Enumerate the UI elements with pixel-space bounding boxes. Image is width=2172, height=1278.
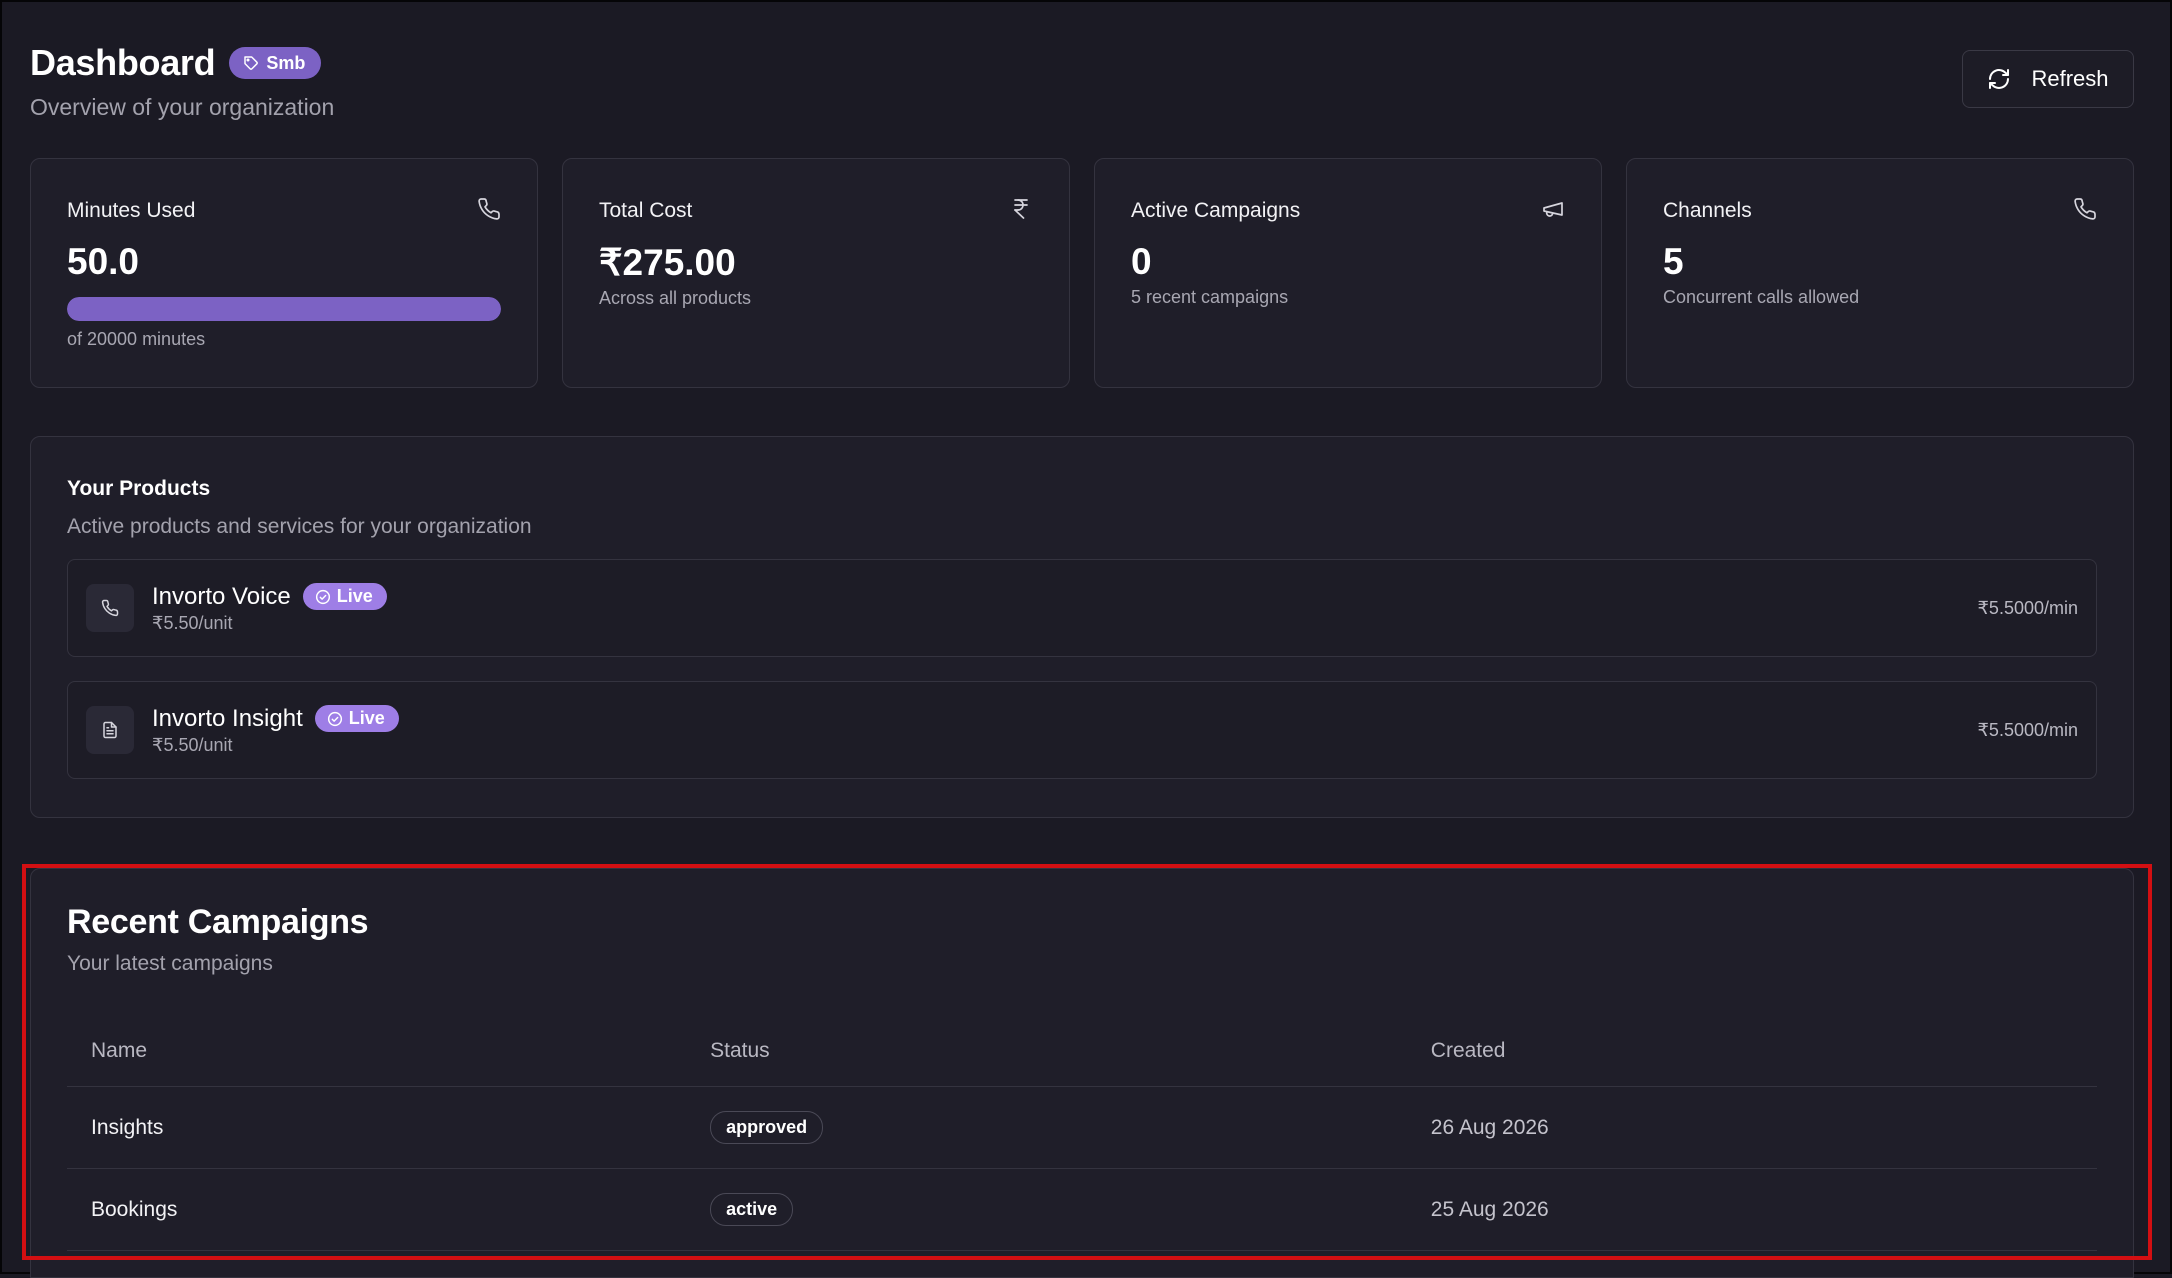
column-header-created[interactable]: Created <box>1406 1016 2097 1087</box>
table-row[interactable]: Bookings active 25 Aug 2026 <box>67 1168 2097 1251</box>
refresh-button[interactable]: Refresh <box>1962 50 2134 108</box>
refresh-button-label: Refresh <box>2031 66 2109 91</box>
phone-icon <box>101 599 119 617</box>
campaign-name: Bookings <box>67 1168 687 1251</box>
page-header: Dashboard Smb Overview of your organizat… <box>30 42 2134 132</box>
column-header-name[interactable]: Name <box>67 1016 687 1087</box>
megaphone-icon <box>1543 202 1563 217</box>
stat-label: Active Campaigns <box>1131 199 1301 222</box>
status-badge: approved <box>710 1111 824 1144</box>
rupee-icon <box>1014 199 1028 219</box>
stat-subtext: of 20000 minutes <box>67 329 206 349</box>
live-badge-label: Live <box>336 586 373 606</box>
product-row-invorto-insight[interactable]: Invorto Insight Live ₹5.50/unit ₹5.5000/… <box>67 681 2097 779</box>
stat-value: 50.0 <box>67 241 140 282</box>
table-row[interactable]: Insights approved 26 Aug 2026 <box>67 1086 2097 1169</box>
title-row: Dashboard Smb <box>30 42 2134 84</box>
column-header-status[interactable]: Status <box>686 1016 1407 1087</box>
live-badge-label: Live <box>348 708 385 728</box>
minutes-progress-fill <box>67 297 501 321</box>
stat-label: Minutes Used <box>67 199 196 222</box>
check-circle-icon <box>327 711 342 726</box>
products-title: Your Products <box>67 477 211 500</box>
products-card: Your Products Active products and servic… <box>30 436 2134 818</box>
product-icon-box <box>86 706 134 754</box>
stat-value: 5 <box>1663 241 1684 282</box>
campaign-name: Insights <box>67 1086 687 1169</box>
recent-campaigns-card: Recent Campaigns Your latest campaigns N… <box>30 868 2134 1278</box>
product-info: Invorto Voice Live ₹5.50/unit <box>152 583 387 634</box>
product-name-line: Invorto Insight Live <box>152 705 399 733</box>
product-name: Invorto Voice <box>152 582 291 610</box>
stat-value: 0 <box>1131 241 1152 282</box>
campaign-created: 26 Aug 2026 <box>1406 1086 2097 1169</box>
document-icon <box>103 721 117 739</box>
campaign-status-cell: approved <box>686 1086 1407 1169</box>
stat-card-channels: Channels 5 Concurrent calls allowed <box>1626 158 2134 388</box>
campaigns-table: Name Status Created Insights approved 26… <box>67 1016 2097 1251</box>
status-badge: active <box>710 1193 794 1226</box>
stat-subtext: Across all products <box>599 288 752 308</box>
phone-icon <box>2074 198 2096 220</box>
campaign-created: 25 Aug 2026 <box>1406 1168 2097 1251</box>
stat-label: Total Cost <box>599 199 693 222</box>
product-icon-box <box>86 584 134 632</box>
stats-row: Minutes Used 50.0 of 20000 minutes Total… <box>30 158 2134 388</box>
product-unit-price: ₹5.50/unit <box>152 612 233 633</box>
stat-label: Channels <box>1663 199 1752 222</box>
stat-value: ₹275.00 <box>599 242 736 283</box>
products-subtitle: Active products and services for your or… <box>67 515 532 538</box>
product-rate: ₹5.5000/min <box>1977 597 2078 618</box>
page-subtitle: Overview of your organization <box>30 94 335 120</box>
table-header-row: Name Status Created <box>67 1016 2097 1087</box>
campaign-status-cell: active <box>686 1168 1407 1251</box>
stat-subtext: 5 recent campaigns <box>1131 287 1289 307</box>
tier-badge-label: Smb <box>266 52 306 73</box>
refresh-icon <box>1989 69 2010 89</box>
minutes-progress-bar <box>67 297 501 321</box>
stat-card-active-campaigns: Active Campaigns 0 5 recent campaigns <box>1094 158 1602 388</box>
check-circle-icon <box>315 589 330 604</box>
product-name-line: Invorto Voice Live <box>152 583 387 611</box>
campaigns-title: Recent Campaigns <box>67 903 369 941</box>
product-rate: ₹5.5000/min <box>1977 719 2078 740</box>
live-badge: Live <box>302 583 387 610</box>
stat-card-minutes-used: Minutes Used 50.0 of 20000 minutes <box>30 158 538 388</box>
product-row-invorto-voice[interactable]: Invorto Voice Live ₹5.50/unit ₹5.5000/mi… <box>67 559 2097 657</box>
stat-subtext: Concurrent calls allowed <box>1663 287 1860 307</box>
tier-badge: Smb <box>229 47 322 79</box>
phone-icon <box>478 198 500 220</box>
product-unit-price: ₹5.50/unit <box>152 734 233 755</box>
live-badge: Live <box>314 705 399 732</box>
campaigns-subtitle: Your latest campaigns <box>67 952 273 975</box>
product-name: Invorto Insight <box>152 704 303 732</box>
product-info: Invorto Insight Live ₹5.50/unit <box>152 705 399 756</box>
page-title: Dashboard <box>30 42 216 83</box>
tag-icon <box>244 56 259 70</box>
stat-card-total-cost: Total Cost ₹275.00 Across all products <box>562 158 1070 388</box>
